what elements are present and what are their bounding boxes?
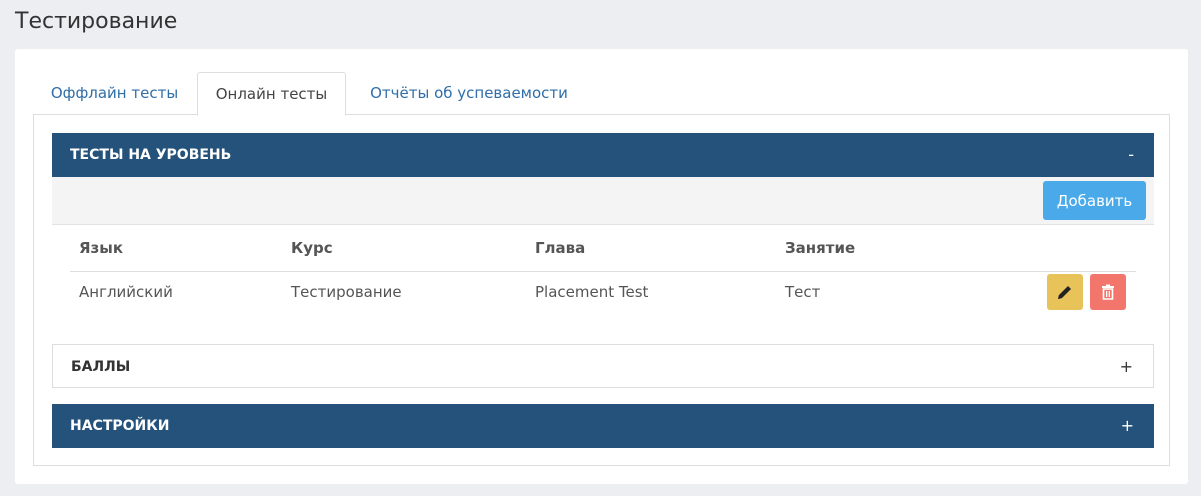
cell-lesson: Тест (785, 283, 821, 302)
table-row: Английский Тестирование Placement Test Т… (70, 271, 1136, 313)
panel-settings-header[interactable]: НАСТРОЙКИ + (52, 404, 1154, 448)
pencil-icon (1058, 286, 1072, 300)
expand-toggle[interactable]: + (1121, 404, 1134, 448)
panel-level-tests-title: ТЕСТЫ НА УРОВЕНЬ (70, 147, 232, 163)
edit-button[interactable] (1047, 274, 1084, 311)
panel-level-tests-header[interactable]: ТЕСТЫ НА УРОВЕНЬ - (52, 133, 1154, 177)
table-header-row: Язык Курс Глава Занятие (70, 225, 1136, 272)
panel-scores: БАЛЛЫ + (52, 344, 1154, 388)
column-header-course: Курс (282, 225, 526, 272)
column-header-actions (1032, 225, 1136, 272)
cell-actions (1032, 271, 1136, 313)
column-header-lesson: Занятие (776, 225, 1032, 272)
panel-level-tests: ТЕСТЫ НА УРОВЕНЬ - Добавить Язык Курс Гл… (52, 133, 1154, 313)
tab-bar: Оффлайн тесты Онлайн тесты Отчёты об усп… (33, 72, 1170, 116)
panel-toolbar: Добавить (52, 177, 1154, 225)
expand-toggle[interactable]: + (1120, 345, 1133, 389)
panel-scores-header[interactable]: БАЛЛЫ + (52, 344, 1154, 388)
collapse-toggle[interactable]: - (1128, 133, 1134, 177)
tab-pane-online-tests: ТЕСТЫ НА УРОВЕНЬ - Добавить Язык Курс Гл… (33, 115, 1170, 466)
panel-settings-title: НАСТРОЙКИ (70, 418, 170, 434)
cell-chapter: Placement Test (535, 283, 649, 302)
column-header-language: Язык (70, 225, 282, 272)
delete-button[interactable] (1090, 274, 1126, 311)
cell-course: Тестирование (291, 283, 402, 302)
tab-online-tests[interactable]: Онлайн тесты (197, 72, 346, 116)
trash-icon (1102, 284, 1114, 301)
page-title: Тестирование (15, 9, 178, 34)
panel-settings: НАСТРОЙКИ + (52, 404, 1154, 448)
add-button[interactable]: Добавить (1043, 181, 1146, 220)
level-tests-table: Язык Курс Глава Занятие Английский Тести… (70, 225, 1136, 313)
cell-language: Английский (79, 283, 173, 302)
column-header-chapter: Глава (526, 225, 776, 272)
content-card: Оффлайн тесты Онлайн тесты Отчёты об усп… (15, 49, 1188, 484)
tab-progress-reports[interactable]: Отчёты об успеваемости (353, 72, 585, 115)
tab-offline-tests[interactable]: Оффлайн тесты (33, 72, 196, 115)
panel-scores-title: БАЛЛЫ (71, 359, 131, 375)
